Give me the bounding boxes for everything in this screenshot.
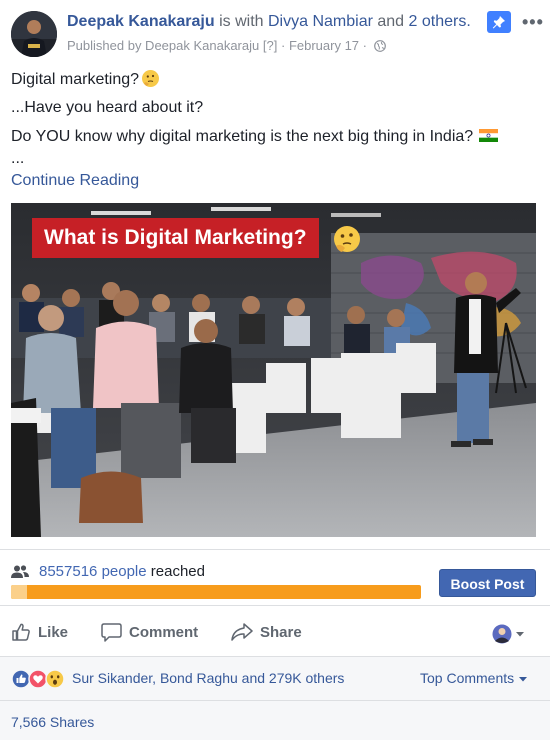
post-author-line: Deepak Kanakaraju is with Divya Nambiar … bbox=[67, 13, 471, 31]
reach-progress-bar bbox=[11, 585, 421, 599]
post-image[interactable]: What is Digital Marketing? bbox=[11, 203, 536, 537]
reach-progress-fill bbox=[11, 585, 28, 599]
comment-icon bbox=[101, 623, 122, 642]
thinking-emoji-icon bbox=[334, 226, 360, 252]
reactions-row: Sur Sikander, Bond Raghu and 279K others… bbox=[0, 657, 550, 701]
pin-icon[interactable] bbox=[487, 11, 511, 33]
more-icon[interactable]: ••• bbox=[522, 12, 544, 33]
comment-label: Comment bbox=[129, 623, 199, 641]
shares-row: 7,566 Shares bbox=[0, 701, 550, 740]
reaction-names-link[interactable]: Sur Sikander, Bond Raghu and 279K others bbox=[72, 670, 344, 686]
audience-icon bbox=[492, 624, 512, 644]
published-by: Published by Deepak Kanakaraju bbox=[67, 38, 260, 53]
share-icon bbox=[231, 623, 253, 641]
post-ellipsis: ... bbox=[11, 150, 25, 167]
insights-row: 8557516 people reached Boost Post bbox=[11, 560, 536, 600]
action-bar: Like Comment Share bbox=[0, 612, 550, 654]
image-title: What is Digital Marketing? bbox=[32, 218, 319, 258]
author-link[interactable]: Deepak Kanakaraju bbox=[67, 13, 215, 30]
like-label: Like bbox=[38, 623, 69, 641]
separator: · bbox=[280, 38, 286, 53]
divider bbox=[0, 549, 550, 550]
thinking-emoji-icon bbox=[142, 70, 160, 87]
and-text: and bbox=[377, 13, 405, 30]
shares-link[interactable]: 7,566 Shares bbox=[11, 714, 94, 730]
share-button[interactable]: Share bbox=[231, 620, 302, 644]
reach-text: 8557516 people reached bbox=[39, 563, 205, 580]
like-reaction-icon bbox=[11, 669, 31, 689]
post-line-1-text: Digital marketing? bbox=[11, 71, 140, 88]
comment-sort-dropdown[interactable]: Top Comments bbox=[420, 670, 528, 686]
divider bbox=[0, 605, 550, 606]
separator: · bbox=[362, 38, 367, 53]
india-flag-icon bbox=[479, 129, 499, 142]
comment-button[interactable]: Comment bbox=[101, 620, 198, 644]
post-line-1: Digital marketing? bbox=[11, 70, 160, 89]
audience-selector[interactable] bbox=[492, 624, 525, 644]
post-date[interactable]: February 17 bbox=[289, 38, 359, 53]
caret-down-icon bbox=[516, 632, 524, 637]
globe-icon[interactable] bbox=[373, 40, 386, 55]
boost-post-button[interactable]: Boost Post bbox=[439, 569, 536, 597]
avatar[interactable] bbox=[11, 11, 57, 57]
people-icon bbox=[11, 565, 29, 583]
with-text: is with bbox=[219, 13, 264, 30]
reach-count-link[interactable]: 8557516 people bbox=[39, 563, 147, 580]
others-link[interactable]: 2 others. bbox=[409, 13, 471, 30]
love-reaction-icon bbox=[28, 669, 48, 689]
post-line-3: Do YOU know why digital marketing is the… bbox=[11, 128, 499, 146]
continue-reading-link[interactable]: Continue Reading bbox=[11, 172, 139, 190]
like-icon bbox=[12, 623, 30, 641]
post-meta: Published by Deepak Kanakaraju [?] · Feb… bbox=[67, 38, 386, 55]
help-link[interactable]: [?] bbox=[263, 38, 277, 53]
post-line-3-text: Do YOU know why digital marketing is the… bbox=[11, 128, 474, 145]
like-button[interactable]: Like bbox=[11, 620, 68, 644]
wow-reaction-icon bbox=[45, 669, 65, 689]
reaction-icons[interactable] bbox=[11, 669, 69, 689]
caret-down-icon bbox=[519, 677, 528, 682]
share-label: Share bbox=[260, 623, 302, 641]
tagged-link[interactable]: Divya Nambiar bbox=[268, 13, 373, 30]
reach-label: reached bbox=[150, 563, 205, 580]
image-title-text: What is Digital Marketing? bbox=[44, 226, 307, 249]
comment-sort-label: Top Comments bbox=[420, 670, 515, 686]
post-line-2: ...Have you heard about it? bbox=[11, 99, 204, 116]
post-header: Deepak Kanakaraju is with Divya Nambiar … bbox=[0, 0, 550, 62]
